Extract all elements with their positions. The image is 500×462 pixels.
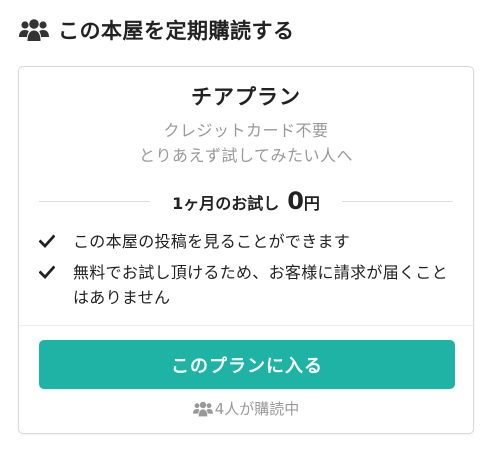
- join-plan-button[interactable]: このプランに入る: [39, 340, 455, 389]
- benefit-text: この本屋の投稿を見ることができます: [73, 232, 351, 251]
- plan-subtitle-line1: クレジットカード不要: [163, 121, 329, 140]
- section-title: この本屋を定期購読する: [58, 19, 295, 43]
- users-icon: [192, 401, 213, 416]
- divider-line-left: [39, 200, 151, 202]
- benefit-text: 無料でお試し頂けるため、お客様に請求が届くことはありません: [73, 263, 448, 307]
- card-separator: [19, 325, 473, 326]
- trial-price: 0: [287, 187, 304, 215]
- benefit-list: この本屋の投稿を見ることができます 無料でお試し頂けるため、お客様に請求が届くこ…: [39, 229, 459, 316]
- check-icon: [39, 234, 55, 249]
- trial-offer: 1ヶ月のお試し 0 円: [150, 187, 342, 215]
- benefit-item: この本屋の投稿を見ることができます: [39, 229, 459, 254]
- subscriber-count: 4人が購読中: [19, 398, 473, 419]
- plan-subtitle-line2: とりあえず試してみたい人へ: [138, 146, 354, 165]
- trial-label: 1ヶ月のお試し: [172, 194, 280, 213]
- benefit-item: 無料でお試し頂けるため、お客様に請求が届くことはありません: [39, 260, 459, 310]
- divider-line-right: [341, 200, 454, 202]
- trial-price-unit: 円: [303, 194, 320, 213]
- plan-card: チアプラン クレジットカード不要 とりあえず試してみたい人へ 1ヶ月のお試し 0…: [18, 66, 474, 434]
- subscriber-count-text: 4人が購読中: [214, 400, 300, 418]
- users-icon: [19, 19, 49, 41]
- trial-divider: 1ヶ月のお試し 0 円: [39, 183, 454, 219]
- check-icon: [39, 265, 55, 280]
- plan-name: チアプラン: [191, 85, 301, 109]
- section-header: この本屋を定期購読する: [19, 14, 295, 46]
